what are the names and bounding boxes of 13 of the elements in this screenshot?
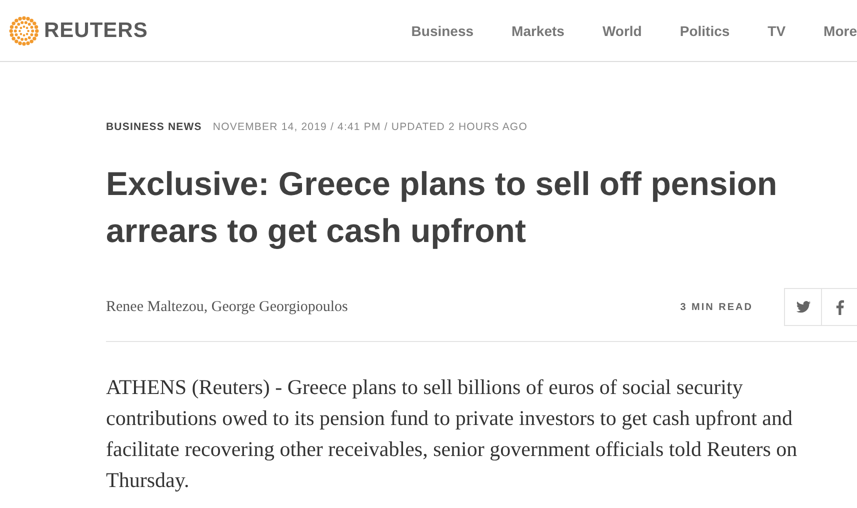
byline: Renee Maltezou, George Georgiopoulos <box>106 298 349 316</box>
brand-name[interactable]: REUTERS <box>44 18 148 42</box>
read-time: 3 MIN READ <box>680 302 753 312</box>
nav-link[interactable]: World <box>602 22 652 38</box>
article-paragraph: ATHENS (Reuters) - Greece plans to sell billions of euros of social security contributions owed to its pension fund to private investors to get cash upfront and facilitate recovering other receivables, senior government officials told Reuters on Thursday. <box>106 374 798 494</box>
section-label[interactable]: BUSINESS NEWS <box>106 121 202 133</box>
headline: Exclusive: Greece plans to sell off pension arrears to get cash upfront <box>106 164 778 251</box>
nav-link[interactable]: More <box>824 22 857 38</box>
nav-link[interactable]: Politics <box>680 22 740 38</box>
nav-link[interactable]: Markets <box>512 22 574 38</box>
nav-link[interactable]: Business <box>411 22 484 38</box>
nav-link[interactable]: TV <box>768 22 796 38</box>
dateline: NOVEMBER 14, 2019 / 4:41 PM / UPDATED 2 HOURS AGO <box>212 121 528 133</box>
